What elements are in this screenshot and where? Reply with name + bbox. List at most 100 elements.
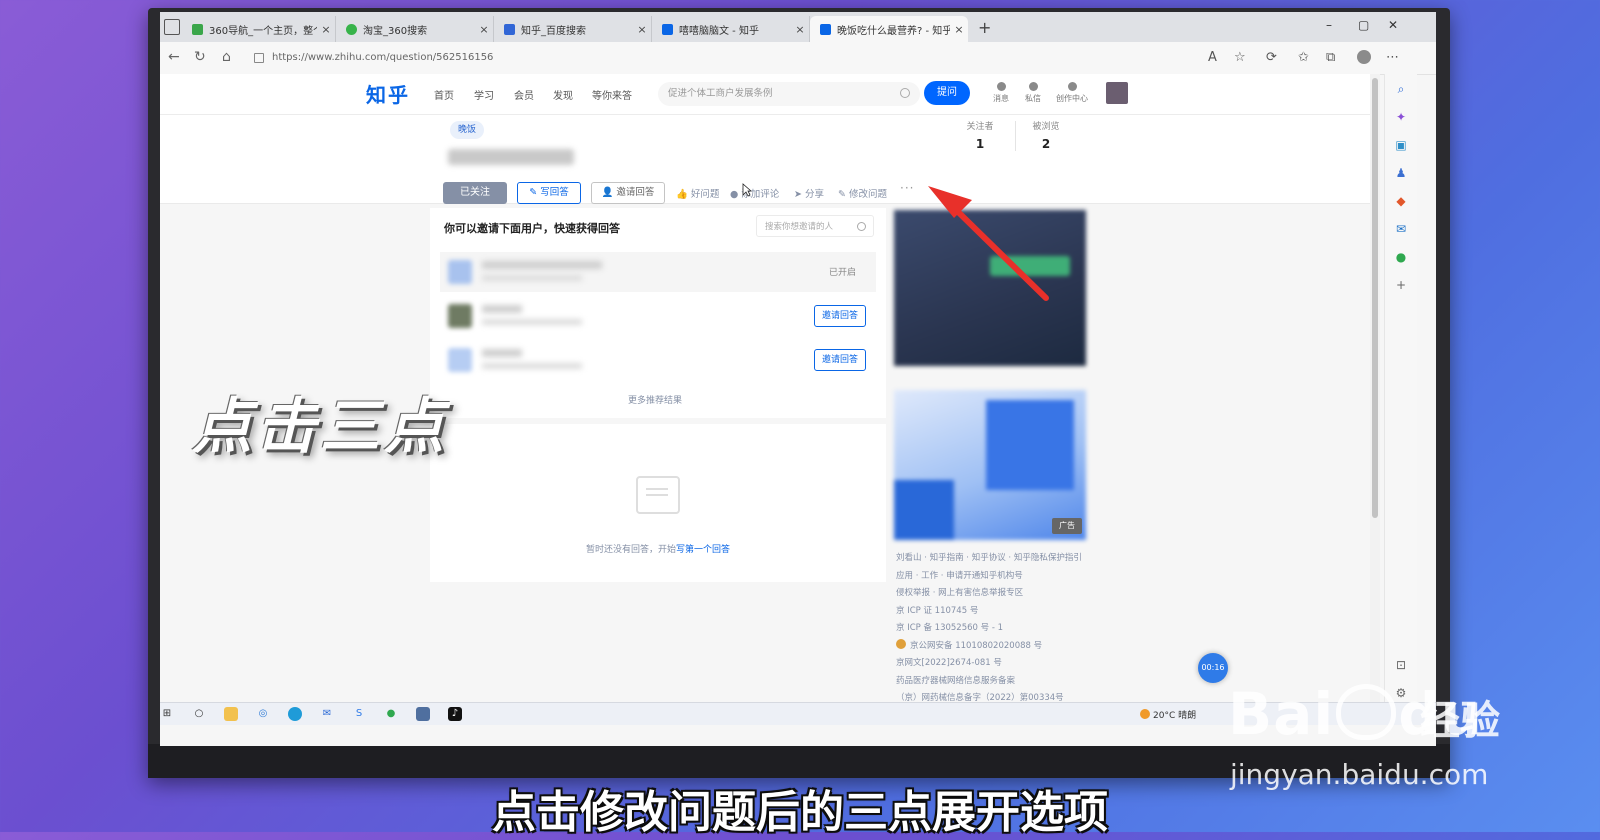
more-recommendations-link[interactable]: 更多推荐结果 xyxy=(628,393,682,406)
refresh-icon[interactable]: ↻ xyxy=(194,49,206,65)
footer-line[interactable]: 京公网安备 11010802020088 号 xyxy=(896,638,1096,656)
more-options-button[interactable]: ··· xyxy=(900,181,914,195)
creator-center-label: 创作中心 xyxy=(1056,94,1088,103)
footer-line[interactable]: 京 ICP 证 110745 号 xyxy=(896,603,1096,621)
footer-line[interactable]: 应用 · 工作 · 申请开通知乎机构号 xyxy=(896,568,1096,586)
invite-search-input[interactable]: 搜索你想邀请的人 xyxy=(756,215,874,237)
favicon-icon xyxy=(662,23,673,35)
tab-zhihu-article[interactable]: 嘻嘻脑脑文 - 知乎 × xyxy=(652,16,810,42)
share-button[interactable]: ➤ 分享 xyxy=(794,186,824,200)
nav-vip[interactable]: 会员 xyxy=(514,87,534,102)
topic-tag[interactable]: 晚饭 xyxy=(450,121,485,139)
footer-line[interactable]: 药品医疗器械网络信息服务备案 xyxy=(896,673,1096,691)
invite-answer-button[interactable]: 👤 邀请回答 xyxy=(591,182,665,204)
zhihu-header: 知乎 首页 学习 会员 发现 等你来答 促进个体工商户发展条例 提问 消息 私信… xyxy=(160,74,1370,115)
minimize-button[interactable]: – xyxy=(1326,18,1332,32)
tab-close-icon[interactable]: × xyxy=(475,23,493,36)
edit-question-button[interactable]: ✎ 修改问题 xyxy=(838,186,887,200)
image-app-icon[interactable] xyxy=(416,707,430,721)
sidebar-toggle-icon[interactable] xyxy=(164,19,180,35)
followers-label: 关注者 xyxy=(966,122,994,132)
footer-line[interactable]: 京 ICP 备 13052560 号 - 1 xyxy=(896,620,1096,638)
app-icon[interactable]: ● xyxy=(1394,250,1408,264)
write-first-answer-link[interactable]: 写第一个回答 xyxy=(676,545,730,555)
sidebar-hide-icon[interactable]: ⊡ xyxy=(1394,658,1408,672)
tab-close-icon[interactable]: × xyxy=(791,23,809,36)
collections-icon[interactable]: ⧉ xyxy=(1326,50,1335,65)
add-comment-button[interactable]: ● 添加评论 xyxy=(730,186,779,200)
footer-line[interactable]: 刘看山 · 知乎指南 · 知乎协议 · 知乎隐私保护指引 xyxy=(896,550,1096,568)
outlook-icon[interactable]: ✉ xyxy=(1394,222,1408,236)
tab-close-icon[interactable]: × xyxy=(317,23,335,36)
empty-answers-text: 暂时还没有回答，开始写第一个回答 xyxy=(430,542,886,555)
follow-button[interactable]: 已关注 xyxy=(443,182,507,204)
invite-button[interactable]: 邀请回答 xyxy=(814,349,866,371)
sync-icon[interactable]: ⟳ xyxy=(1266,50,1277,65)
home-icon[interactable]: ⌂ xyxy=(222,49,231,65)
back-icon[interactable]: ← xyxy=(168,49,180,65)
nav-waiting[interactable]: 等你来答 xyxy=(592,87,632,102)
wechat-icon[interactable]: ● xyxy=(384,707,398,721)
comment-icon: ● xyxy=(730,189,739,200)
new-tab-button[interactable]: + xyxy=(978,18,991,37)
browser-360-icon[interactable]: ◎ xyxy=(256,707,270,721)
read-aloud-icon[interactable]: A xyxy=(1208,50,1217,65)
tab-360-search[interactable]: 淘宝_360搜索 × xyxy=(336,16,494,42)
search-icon[interactable] xyxy=(857,222,866,231)
bell-icon xyxy=(996,82,1006,91)
weather-widget[interactable]: 20°C 晴朗 xyxy=(1140,708,1196,721)
tab-close-icon[interactable]: × xyxy=(950,23,968,36)
folder-icon[interactable] xyxy=(224,707,238,721)
start-icon[interactable]: ⊞ xyxy=(160,707,174,721)
search-icon[interactable] xyxy=(900,88,910,98)
tab-360-nav[interactable]: 360导航_一个主页，整个世界 × xyxy=(182,16,336,42)
good-question-button[interactable]: 👍 好问题 xyxy=(676,186,719,200)
invite-row[interactable]: 邀请回答 xyxy=(440,296,876,336)
footer-line[interactable]: 侵权举报 · 网上有害信息举报专区 xyxy=(896,585,1096,603)
games-icon[interactable]: ♟ xyxy=(1394,166,1408,180)
tab-baidu-search[interactable]: 知乎_百度搜索 × xyxy=(494,16,652,42)
tiktok-icon[interactable]: ♪ xyxy=(448,707,462,721)
nav-home[interactable]: 首页 xyxy=(434,87,454,102)
tab-zhihu-question[interactable]: 晚饭吃什么最营养? - 知乎 × xyxy=(810,16,968,42)
followers-value: 1 xyxy=(975,137,985,151)
app-s-icon[interactable]: S xyxy=(352,707,366,721)
scrollbar-thumb[interactable] xyxy=(1372,78,1378,518)
add-icon[interactable]: + xyxy=(1394,278,1408,292)
nav-learn[interactable]: 学习 xyxy=(474,87,494,102)
more-menu-icon[interactable]: ⋯ xyxy=(1386,50,1399,65)
invite-row[interactable]: 已开启 xyxy=(440,252,876,292)
private-message-button[interactable]: 私信 xyxy=(1018,82,1048,104)
office-icon[interactable]: ◆ xyxy=(1394,194,1408,208)
favorites-icon[interactable]: ✩ xyxy=(1298,50,1309,65)
write-answer-button[interactable]: ✎ 写回答 xyxy=(517,182,581,204)
views-stat: 被浏览 2 xyxy=(1016,119,1076,151)
edge-icon[interactable] xyxy=(288,707,302,721)
invite-row[interactable]: 邀请回答 xyxy=(440,340,876,380)
copilot-icon[interactable]: ✦ xyxy=(1394,110,1408,124)
ask-button[interactable]: 提问 xyxy=(924,81,970,105)
messages-button[interactable]: 消息 xyxy=(986,82,1016,104)
creator-center-button[interactable]: 创作中心 xyxy=(1052,82,1092,104)
nav-discover[interactable]: 发现 xyxy=(553,87,573,102)
search-icon[interactable]: ○ xyxy=(192,707,206,721)
footer-line[interactable]: 京网文[2022]2674-081 号 xyxy=(896,655,1096,673)
page-scrollbar[interactable] xyxy=(1370,74,1380,714)
close-window-button[interactable]: ✕ xyxy=(1388,18,1398,32)
zhihu-search-input[interactable]: 促进个体工商户发展条例 xyxy=(658,82,920,106)
ad-banner-top[interactable] xyxy=(894,210,1086,366)
invite-button[interactable]: 邀请回答 xyxy=(814,305,866,327)
user-avatar[interactable] xyxy=(1106,82,1128,104)
url-field[interactable]: https://www.zhihu.com/question/562516156 xyxy=(250,47,1130,69)
sun-icon xyxy=(1140,709,1150,719)
tab-close-icon[interactable]: × xyxy=(633,23,651,36)
tab-label: 嘻嘻脑脑文 - 知乎 xyxy=(679,25,759,37)
mail-icon[interactable]: ✉ xyxy=(320,707,334,721)
tools-icon[interactable]: ▣ xyxy=(1394,138,1408,152)
favorite-star-icon[interactable]: ☆ xyxy=(1234,50,1246,65)
search-icon[interactable]: ⌕ xyxy=(1394,82,1408,96)
zhihu-logo[interactable]: 知乎 xyxy=(366,79,410,108)
maximize-button[interactable]: ▢ xyxy=(1358,18,1369,32)
user-name xyxy=(482,349,522,357)
profile-avatar[interactable] xyxy=(1357,50,1371,64)
